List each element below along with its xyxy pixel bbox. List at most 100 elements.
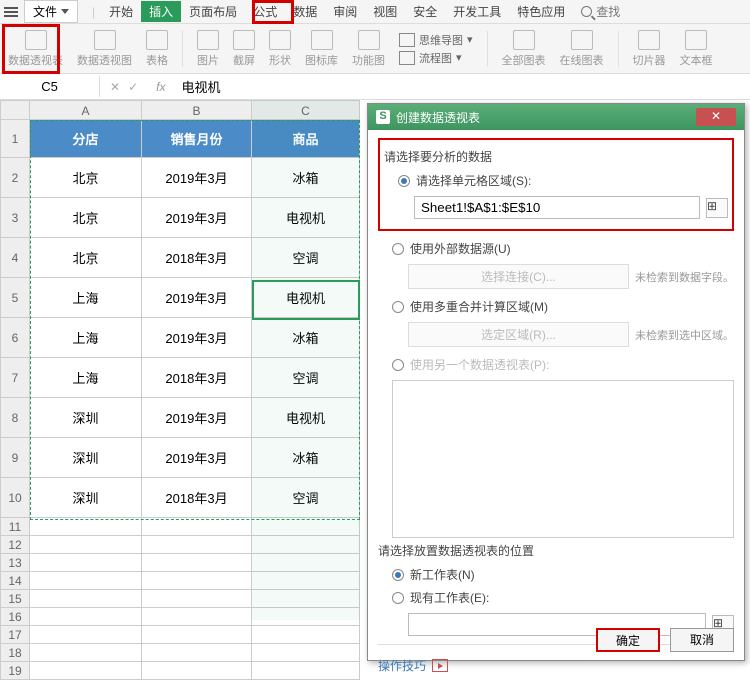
radio-external-data[interactable]: 使用外部数据源(U) xyxy=(378,237,734,260)
dialog-titlebar[interactable]: S创建数据透视表 ✕ xyxy=(368,104,744,130)
ribbon-icons[interactable]: 图标库 xyxy=(305,30,338,68)
ribbon-slicer[interactable]: 切片器 xyxy=(633,30,666,68)
data-cell[interactable]: 2019年3月 xyxy=(142,198,252,238)
empty-cell[interactable] xyxy=(252,518,360,536)
radio-cell-range[interactable]: 请选择单元格区域(S): xyxy=(384,169,728,192)
data-cell[interactable]: 电视机 xyxy=(252,398,360,438)
data-cell[interactable]: 北京 xyxy=(30,238,142,278)
row-header[interactable]: 4 xyxy=(0,238,30,278)
data-cell[interactable]: 深圳 xyxy=(30,398,142,438)
range-select-button[interactable]: ⊞ xyxy=(706,198,728,218)
row-header[interactable]: 18 xyxy=(0,644,30,662)
data-cell[interactable]: 上海 xyxy=(30,278,142,318)
data-cell[interactable]: 深圳 xyxy=(30,478,142,518)
empty-cell[interactable] xyxy=(252,608,360,626)
empty-cell[interactable] xyxy=(30,536,142,554)
empty-cell[interactable] xyxy=(252,590,360,608)
ribbon-screenshot[interactable]: 截屏 xyxy=(233,30,255,68)
data-cell[interactable]: 上海 xyxy=(30,358,142,398)
data-cell[interactable]: 冰箱 xyxy=(252,158,360,198)
row-header[interactable]: 13 xyxy=(0,554,30,572)
empty-cell[interactable] xyxy=(142,572,252,590)
radio-new-sheet[interactable]: 新工作表(N) xyxy=(378,563,734,586)
range-input[interactable] xyxy=(414,196,700,219)
empty-cell[interactable] xyxy=(252,572,360,590)
menu-view[interactable]: 视图 xyxy=(365,1,405,22)
menu-home[interactable]: 开始 xyxy=(101,1,141,22)
empty-cell[interactable] xyxy=(30,626,142,644)
data-cell[interactable]: 2018年3月 xyxy=(142,478,252,518)
empty-cell[interactable] xyxy=(30,644,142,662)
header-cell[interactable]: 分店 xyxy=(30,120,142,158)
row-header[interactable]: 14 xyxy=(0,572,30,590)
menu-layout[interactable]: 页面布局 xyxy=(181,1,245,22)
empty-cell[interactable] xyxy=(30,572,142,590)
data-cell[interactable]: 空调 xyxy=(252,478,360,518)
hamburger-icon[interactable] xyxy=(4,11,18,13)
file-menu-button[interactable]: 文件 xyxy=(24,0,78,23)
dialog-close-button[interactable]: ✕ xyxy=(696,108,736,126)
empty-cell[interactable] xyxy=(30,608,142,626)
ribbon-smartart[interactable]: 功能图 xyxy=(352,30,385,68)
empty-cell[interactable] xyxy=(142,662,252,680)
empty-cell[interactable] xyxy=(30,590,142,608)
empty-cell[interactable] xyxy=(252,644,360,662)
empty-cell[interactable] xyxy=(252,554,360,572)
data-cell[interactable]: 北京 xyxy=(30,158,142,198)
data-cell[interactable]: 冰箱 xyxy=(252,438,360,478)
menu-special[interactable]: 特色应用 xyxy=(509,1,573,22)
empty-cell[interactable] xyxy=(142,518,252,536)
menu-formula[interactable]: 公式 xyxy=(245,1,285,22)
row-header[interactable]: 12 xyxy=(0,536,30,554)
row-header[interactable]: 8 xyxy=(0,398,30,438)
row-header[interactable]: 6 xyxy=(0,318,30,358)
empty-cell[interactable] xyxy=(252,536,360,554)
empty-cell[interactable] xyxy=(142,536,252,554)
row-header[interactable]: 7 xyxy=(0,358,30,398)
data-cell[interactable]: 北京 xyxy=(30,198,142,238)
menu-data[interactable]: 数据 xyxy=(285,1,325,22)
menu-security[interactable]: 安全 xyxy=(405,1,445,22)
ribbon-shapes[interactable]: 形状 xyxy=(269,30,291,68)
data-cell[interactable]: 2019年3月 xyxy=(142,158,252,198)
row-header[interactable]: 9 xyxy=(0,438,30,478)
search-button[interactable]: 查找 xyxy=(581,3,620,20)
formula-cancel[interactable]: ✕ xyxy=(110,80,120,94)
row-header[interactable]: 1 xyxy=(0,120,30,158)
data-cell[interactable]: 冰箱 xyxy=(252,318,360,358)
ribbon-mindmap[interactable]: 思维导图▾ xyxy=(399,32,473,48)
row-header[interactable]: 3 xyxy=(0,198,30,238)
empty-cell[interactable] xyxy=(30,518,142,536)
data-cell[interactable]: 2018年3月 xyxy=(142,238,252,278)
empty-cell[interactable] xyxy=(142,608,252,626)
row-header[interactable]: 11 xyxy=(0,518,30,536)
ribbon-picture[interactable]: 图片 xyxy=(197,30,219,68)
empty-cell[interactable] xyxy=(142,644,252,662)
empty-cell[interactable] xyxy=(142,626,252,644)
ribbon-textbox[interactable]: 文本框 xyxy=(680,30,713,68)
data-cell[interactable]: 深圳 xyxy=(30,438,142,478)
radio-existing-sheet[interactable]: 现有工作表(E): xyxy=(378,586,734,609)
formula-input[interactable] xyxy=(173,76,750,97)
fx-icon[interactable]: fx xyxy=(148,80,173,94)
ok-button[interactable]: 确定 xyxy=(596,628,660,652)
empty-cell[interactable] xyxy=(252,626,360,644)
ribbon-online-chart[interactable]: 在线图表 xyxy=(560,30,604,68)
ribbon-pivot-chart[interactable]: 数据透视图 xyxy=(77,30,132,68)
empty-cell[interactable] xyxy=(30,554,142,572)
col-header-c[interactable]: C xyxy=(252,100,360,120)
header-cell[interactable]: 销售月份 xyxy=(142,120,252,158)
row-header[interactable]: 2 xyxy=(0,158,30,198)
data-cell[interactable]: 2019年3月 xyxy=(142,318,252,358)
name-box[interactable]: C5 xyxy=(0,76,100,97)
empty-cell[interactable] xyxy=(142,554,252,572)
header-cell[interactable]: 商品 xyxy=(252,120,360,158)
empty-cell[interactable] xyxy=(30,662,142,680)
select-all-corner[interactable] xyxy=(0,100,30,120)
row-header[interactable]: 5 xyxy=(0,278,30,318)
ribbon-flowchart[interactable]: 流程图▾ xyxy=(399,50,473,66)
formula-accept[interactable]: ✓ xyxy=(128,80,138,94)
col-header-a[interactable]: A xyxy=(30,100,142,120)
row-header[interactable]: 19 xyxy=(0,662,30,680)
data-cell[interactable]: 2019年3月 xyxy=(142,398,252,438)
